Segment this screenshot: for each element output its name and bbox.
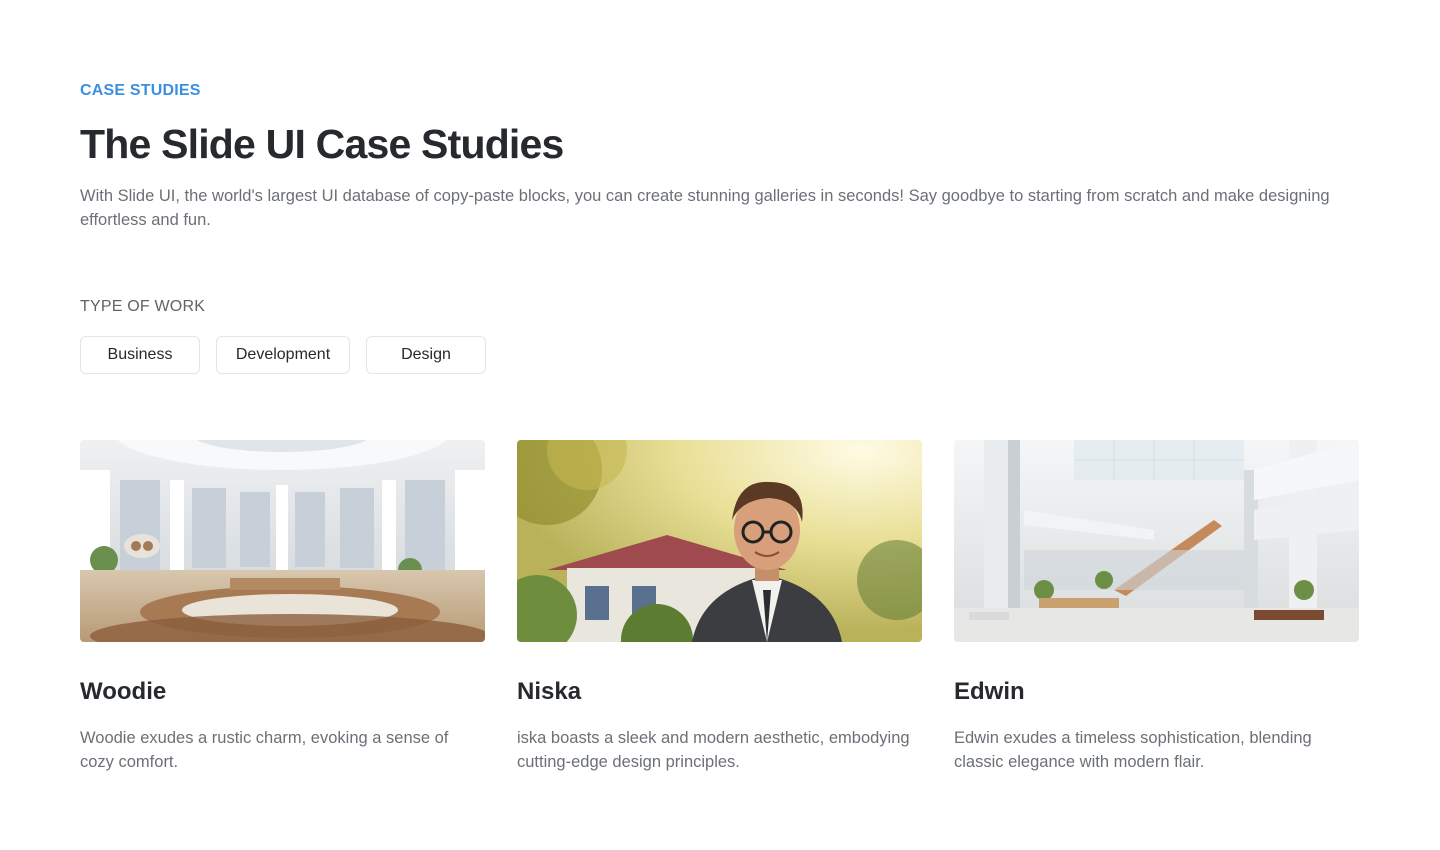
page-title: The Slide UI Case Studies bbox=[80, 121, 564, 167]
case-study-card-edwin: Edwin Edwin exudes a timeless sophistica… bbox=[954, 440, 1359, 774]
case-study-card-niska: Niska iska boasts a sleek and modern aes… bbox=[517, 440, 922, 774]
case-study-grid: Woodie Woodie exudes a rustic charm, evo… bbox=[80, 440, 1359, 774]
case-study-title[interactable]: Woodie bbox=[80, 676, 485, 708]
case-study-title[interactable]: Niska bbox=[517, 676, 922, 708]
case-study-card-woodie: Woodie Woodie exudes a rustic charm, evo… bbox=[80, 440, 485, 774]
filter-design-button[interactable]: Design bbox=[366, 336, 486, 374]
portrait-image bbox=[517, 440, 922, 642]
atrium-image bbox=[954, 440, 1359, 642]
filter-business-button[interactable]: Business bbox=[80, 336, 200, 374]
case-study-description: Edwin exudes a timeless sophistication, … bbox=[954, 729, 1312, 771]
section-eyebrow: CASE STUDIES bbox=[80, 82, 201, 99]
case-study-title[interactable]: Edwin bbox=[954, 676, 1359, 708]
section-description: With Slide UI, the world's largest UI da… bbox=[80, 187, 1330, 229]
case-study-image-edwin[interactable] bbox=[954, 440, 1359, 642]
filter-group-label: TYPE OF WORK bbox=[80, 298, 206, 315]
case-studies-section: CASE STUDIES The Slide UI Case Studies W… bbox=[0, 0, 1440, 850]
domed-hall-image bbox=[80, 440, 485, 642]
work-type-filters: Business Development Design bbox=[80, 336, 486, 374]
case-study-description: iska boasts a sleek and modern aesthetic… bbox=[517, 729, 910, 771]
filter-development-button[interactable]: Development bbox=[216, 336, 350, 374]
case-study-image-woodie[interactable] bbox=[80, 440, 485, 642]
case-study-image-niska[interactable] bbox=[517, 440, 922, 642]
case-study-description: Woodie exudes a rustic charm, evoking a … bbox=[80, 729, 449, 771]
